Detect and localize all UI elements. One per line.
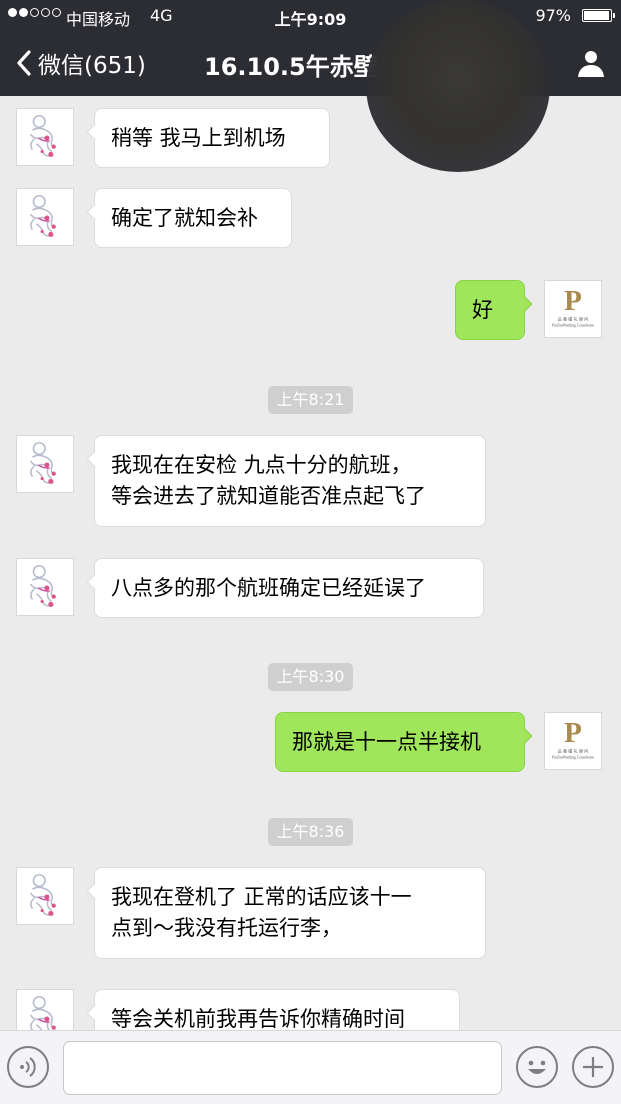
- battery-percent: 97%: [535, 6, 571, 25]
- timestamp: 上午8:36: [0, 818, 621, 846]
- message-bubble[interactable]: 我现在登机了 正常的话应该十一 点到～我没有托运行李，: [94, 867, 486, 959]
- message-bubble[interactable]: 我现在在安检 九点十分的航班， 等会进去了就知道能否准点起飞了: [94, 435, 486, 527]
- svg-text:P: P: [564, 717, 582, 749]
- chat-info-button[interactable]: [575, 46, 607, 78]
- message-bubble[interactable]: 八点多的那个航班确定已经延误了: [94, 558, 484, 618]
- header: 中国移动 4G 上午9:09 97% 微信(651) 16.10.5午赤壁: [0, 0, 621, 172]
- svg-text:PinZunWedding Consultants: PinZunWedding Consultants: [552, 755, 595, 759]
- contact-avatar[interactable]: [16, 867, 74, 925]
- back-label: 微信(651): [38, 53, 146, 79]
- message-bubble[interactable]: 稍等 我马上到机场: [94, 108, 330, 168]
- message-input[interactable]: [63, 1041, 502, 1095]
- status-bar: 中国移动 4G 上午9:09 97%: [0, 0, 621, 32]
- status-time: 上午9:09: [274, 10, 347, 29]
- voice-button[interactable]: [7, 1046, 49, 1088]
- timestamp: 上午8:21: [0, 386, 621, 414]
- message-bubble[interactable]: 等会关机前我再告诉你精确时间: [94, 989, 460, 1030]
- chevron-left-icon: [17, 50, 31, 76]
- emoji-icon: [528, 1060, 546, 1074]
- svg-text:品 尊 婚 礼 顾 问: 品 尊 婚 礼 顾 问: [558, 316, 589, 322]
- message-text: 确定了就知会补: [111, 206, 258, 230]
- timestamp-label: 上午8:30: [267, 663, 354, 691]
- message-bubble[interactable]: 好: [455, 280, 525, 340]
- more-button[interactable]: [572, 1046, 614, 1088]
- back-button[interactable]: 微信(651): [16, 46, 146, 80]
- my-avatar[interactable]: P 品 尊 婚 礼 顾 问 PinZunWedding Consultants: [544, 280, 602, 338]
- contact-avatar[interactable]: [16, 989, 74, 1030]
- timestamp-label: 上午8:36: [267, 818, 354, 846]
- message-text: 八点多的那个航班确定已经延误了: [111, 576, 426, 600]
- plus-icon: [583, 1057, 603, 1077]
- input-bar: [0, 1030, 621, 1104]
- svg-text:PinZunWedding Consultants: PinZunWedding Consultants: [552, 323, 595, 327]
- timestamp: 上午8:30: [0, 663, 621, 691]
- message-text: 我现在登机了 正常的话应该十一 点到～我没有托运行李，: [111, 885, 412, 940]
- timestamp-label: 上午8:21: [267, 386, 354, 414]
- message-text: 我现在在安检 九点十分的航班， 等会进去了就知道能否准点起飞了: [111, 453, 426, 508]
- message-text: 稍等 我马上到机场: [111, 126, 286, 150]
- contact-avatar[interactable]: [16, 108, 74, 166]
- voice-icon: [20, 1057, 36, 1077]
- chat-title: 16.10.5午赤壁: [204, 53, 378, 81]
- svg-text:品 尊 婚 礼 顾 问: 品 尊 婚 礼 顾 问: [558, 748, 589, 754]
- battery-icon: [582, 9, 615, 22]
- message-text: 好: [472, 298, 493, 322]
- message-text: 那就是十一点半接机: [292, 730, 481, 754]
- emoji-button[interactable]: [516, 1046, 558, 1088]
- chat-area[interactable]: 稍等 我马上到机场 确定了就知会补 P 品 尊 婚 礼 顾 问 PinZunWe…: [0, 96, 621, 1030]
- redaction-smudge: [366, 0, 550, 172]
- nav-bar: 微信(651) 16.10.5午赤壁: [0, 0, 621, 172]
- message-bubble[interactable]: 确定了就知会补: [94, 188, 292, 248]
- contact-avatar[interactable]: [16, 188, 74, 246]
- my-avatar[interactable]: P 品 尊 婚 礼 顾 问 PinZunWedding Consultants: [544, 712, 602, 770]
- contact-avatar[interactable]: [16, 558, 74, 616]
- message-text: 等会关机前我再告诉你精确时间: [111, 1007, 405, 1030]
- svg-text:P: P: [564, 285, 582, 317]
- person-icon: [578, 51, 604, 77]
- message-bubble[interactable]: 那就是十一点半接机: [275, 712, 525, 772]
- contact-avatar[interactable]: [16, 435, 74, 493]
